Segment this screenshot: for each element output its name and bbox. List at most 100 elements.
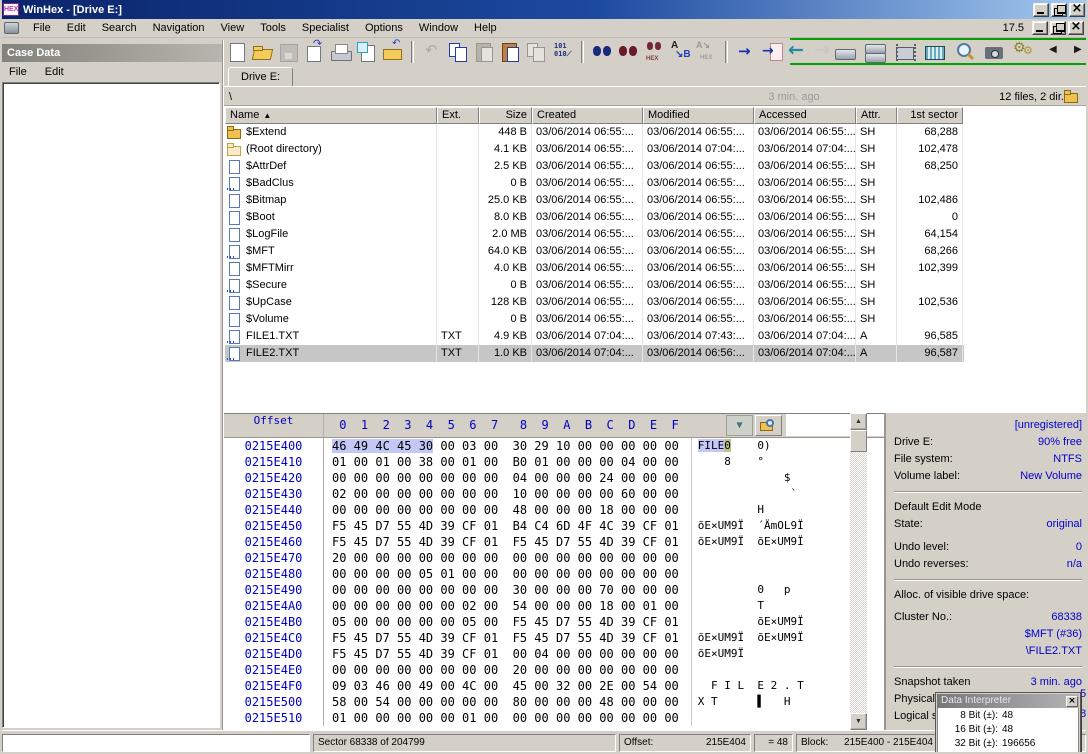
- column-header-name[interactable]: Name▲: [225, 107, 437, 124]
- hex-selection[interactable]: 46 49 4C 45 30: [332, 439, 433, 453]
- ram-editor-button[interactable]: [892, 40, 917, 64]
- minimize-button[interactable]: [1033, 3, 1049, 17]
- save-button[interactable]: [276, 40, 301, 64]
- hex-bytes[interactable]: F5 45 D7 55 4D 39 CF 01 00 04 00 00 00 0…: [332, 646, 679, 662]
- hex-ascii[interactable]: õE×UM9Ï: [691, 646, 811, 662]
- hex-bytes[interactable]: 09 03 46 00 49 00 4C 00 45 00 32 00 2E 0…: [332, 678, 679, 694]
- hex-ascii[interactable]: õE×UM9Ï õE×UM9Ï: [691, 534, 811, 550]
- open-file-button[interactable]: [250, 40, 275, 64]
- hex-bytes[interactable]: 46 49 4C 45 30 00 03 00 30 29 10 00 00 0…: [332, 438, 679, 454]
- scrollbar-down-button[interactable]: ▼: [850, 713, 867, 730]
- column-header-size[interactable]: Size: [479, 107, 532, 124]
- ascii-selection[interactable]: FILE: [698, 439, 725, 452]
- ascii-cursor[interactable]: 0: [724, 439, 731, 452]
- open-disk-button[interactable]: [832, 40, 857, 64]
- scrollbar-up-button[interactable]: ▲: [850, 413, 867, 430]
- undo-button[interactable]: [420, 40, 445, 64]
- hex-dropdown-button[interactable]: ▼: [726, 415, 753, 436]
- goto-sector-button[interactable]: [760, 40, 785, 64]
- hex-row[interactable]: 0215E43002 00 00 00 00 00 00 00 10 00 00…: [224, 486, 884, 502]
- hex-bytes[interactable]: 00 00 00 00 00 00 00 00 48 00 00 00 18 0…: [332, 502, 679, 518]
- menu-file[interactable]: File: [25, 20, 59, 36]
- paste-button[interactable]: [472, 40, 497, 64]
- case-menu-edit[interactable]: Edit: [36, 64, 73, 80]
- snapshot-button[interactable]: [982, 40, 1007, 64]
- hex-row[interactable]: 0215E4E000 00 00 00 00 00 00 00 20 00 00…: [224, 662, 884, 678]
- scroll-left-button[interactable]: [1042, 40, 1067, 64]
- hex-ascii[interactable]: õE×UM9Ï ´ÄmOL9Ï: [691, 518, 811, 534]
- scroll-right-button[interactable]: [1067, 40, 1088, 64]
- title-bar[interactable]: HEX WinHex - [Drive E:]: [0, 0, 1088, 19]
- hex-row[interactable]: 0215E40046 49 4C 45 30 00 03 00 30 29 10…: [224, 438, 884, 454]
- case-data-list[interactable]: [2, 82, 220, 728]
- hex-bytes[interactable]: 02 00 00 00 00 00 00 00 10 00 00 00 00 6…: [332, 486, 679, 502]
- hex-ascii[interactable]: T: [691, 598, 811, 614]
- hex-row[interactable]: 0215E50058 00 54 00 00 00 00 00 80 00 00…: [224, 694, 884, 710]
- hex-ascii[interactable]: X T ▌ H: [691, 694, 811, 710]
- column-header-ext-[interactable]: Ext.: [437, 107, 479, 124]
- hex-bytes[interactable]: 00 00 00 00 00 00 00 00 04 00 00 00 24 0…: [332, 470, 679, 486]
- hex-ascii[interactable]: [691, 566, 811, 582]
- export-button[interactable]: [302, 40, 327, 64]
- table-row[interactable]: $Volume0 B03/06/2014 06:55:...03/06/2014…: [225, 311, 964, 328]
- hex-row[interactable]: 0215E42000 00 00 00 00 00 00 00 04 00 00…: [224, 470, 884, 486]
- scrollbar-thumb[interactable]: [850, 430, 867, 452]
- table-row[interactable]: FILE1.TXTTXT4.9 KB03/06/2014 07:04:...03…: [225, 328, 964, 345]
- hex-ascii[interactable]: õE×UM9Ï: [691, 614, 811, 630]
- properties-button[interactable]: [354, 40, 379, 64]
- hex-ascii[interactable]: [691, 662, 811, 678]
- table-row[interactable]: $Secure0 B03/06/2014 06:55:...03/06/2014…: [225, 277, 964, 294]
- hex-bytes[interactable]: 00 00 00 00 05 01 00 00 00 00 00 00 00 0…: [332, 566, 679, 582]
- template-button[interactable]: [922, 40, 947, 64]
- hex-row[interactable]: 0215E47020 00 00 00 00 00 00 00 00 00 00…: [224, 550, 884, 566]
- table-row[interactable]: $Boot8.0 KB03/06/2014 06:55:...03/06/201…: [225, 209, 964, 226]
- table-row[interactable]: $UpCase128 KB03/06/2014 06:55:...03/06/2…: [225, 294, 964, 311]
- find-again-button[interactable]: [616, 40, 641, 64]
- hex-ascii[interactable]: H: [691, 502, 811, 518]
- hex-rows[interactable]: 0215E40046 49 4C 45 30 00 03 00 30 29 10…: [224, 438, 884, 726]
- preview-button[interactable]: [952, 40, 977, 64]
- child-window-icon[interactable]: [4, 22, 19, 34]
- hex-bytes[interactable]: 01 00 00 00 00 00 01 00 00 00 00 00 00 0…: [332, 710, 679, 726]
- column-header-attr-[interactable]: Attr.: [856, 107, 897, 124]
- hex-ascii[interactable]: F I L E 2 . T: [691, 678, 811, 694]
- menu-options[interactable]: Options: [357, 20, 411, 36]
- hex-row[interactable]: 0215E44000 00 00 00 00 00 00 00 48 00 00…: [224, 502, 884, 518]
- child-close-button[interactable]: [1068, 21, 1084, 35]
- replace-text-button[interactable]: [668, 40, 693, 64]
- replace-hex-button[interactable]: [694, 40, 719, 64]
- hex-ascii[interactable]: 0 p: [691, 582, 811, 598]
- menu-navigation[interactable]: Navigation: [145, 20, 213, 36]
- copy-block-button[interactable]: [524, 40, 549, 64]
- hex-row[interactable]: 0215E4C0F5 45 D7 55 4D 39 CF 01 F5 45 D7…: [224, 630, 884, 646]
- binary-conversion-button[interactable]: [550, 40, 575, 64]
- data-interpreter-window[interactable]: Data Interpreter × 8 Bit (±):4816 Bit (±…: [935, 692, 1081, 754]
- table-row[interactable]: $Bitmap25.0 KB03/06/2014 06:55:...03/06/…: [225, 192, 964, 209]
- column-header-modified[interactable]: Modified: [643, 107, 754, 124]
- child-restore-button[interactable]: [1050, 21, 1066, 35]
- tab-drive-e[interactable]: Drive E:: [228, 67, 293, 87]
- menu-help[interactable]: Help: [466, 20, 505, 36]
- hex-row[interactable]: 0215E4F009 03 46 00 49 00 4C 00 45 00 32…: [224, 678, 884, 694]
- goto-offset-button[interactable]: [734, 40, 759, 64]
- case-menu-file[interactable]: File: [0, 64, 36, 80]
- hex-ascii[interactable]: 8 °: [691, 454, 811, 470]
- hex-bytes[interactable]: 00 00 00 00 00 00 00 00 20 00 00 00 00 0…: [332, 662, 679, 678]
- close-button[interactable]: [1069, 3, 1085, 17]
- menu-edit[interactable]: Edit: [59, 20, 94, 36]
- restore-button[interactable]: [1051, 3, 1067, 17]
- hex-ascii[interactable]: $: [691, 470, 811, 486]
- hex-search-folder-button[interactable]: [755, 415, 782, 436]
- disk-tools-button[interactable]: [862, 40, 887, 64]
- print-button[interactable]: [328, 40, 353, 64]
- hex-bytes[interactable]: 58 00 54 00 00 00 00 00 80 00 00 00 48 0…: [332, 694, 679, 710]
- hex-row[interactable]: 0215E460F5 45 D7 55 4D 39 CF 01 F5 45 D7…: [224, 534, 884, 550]
- menu-view[interactable]: View: [213, 20, 253, 36]
- child-minimize-button[interactable]: [1032, 21, 1048, 35]
- hex-row[interactable]: 0215E51001 00 00 00 00 00 01 00 00 00 00…: [224, 710, 884, 726]
- hex-bytes[interactable]: 00 00 00 00 00 00 02 00 54 00 00 00 18 0…: [332, 598, 679, 614]
- table-row[interactable]: FILE2.TXTTXT1.0 KB03/06/2014 07:04:...03…: [225, 345, 964, 362]
- hex-bytes[interactable]: F5 45 D7 55 4D 39 CF 01 F5 45 D7 55 4D 3…: [332, 630, 679, 646]
- new-file-button[interactable]: [224, 40, 249, 64]
- options-button[interactable]: [1012, 40, 1037, 64]
